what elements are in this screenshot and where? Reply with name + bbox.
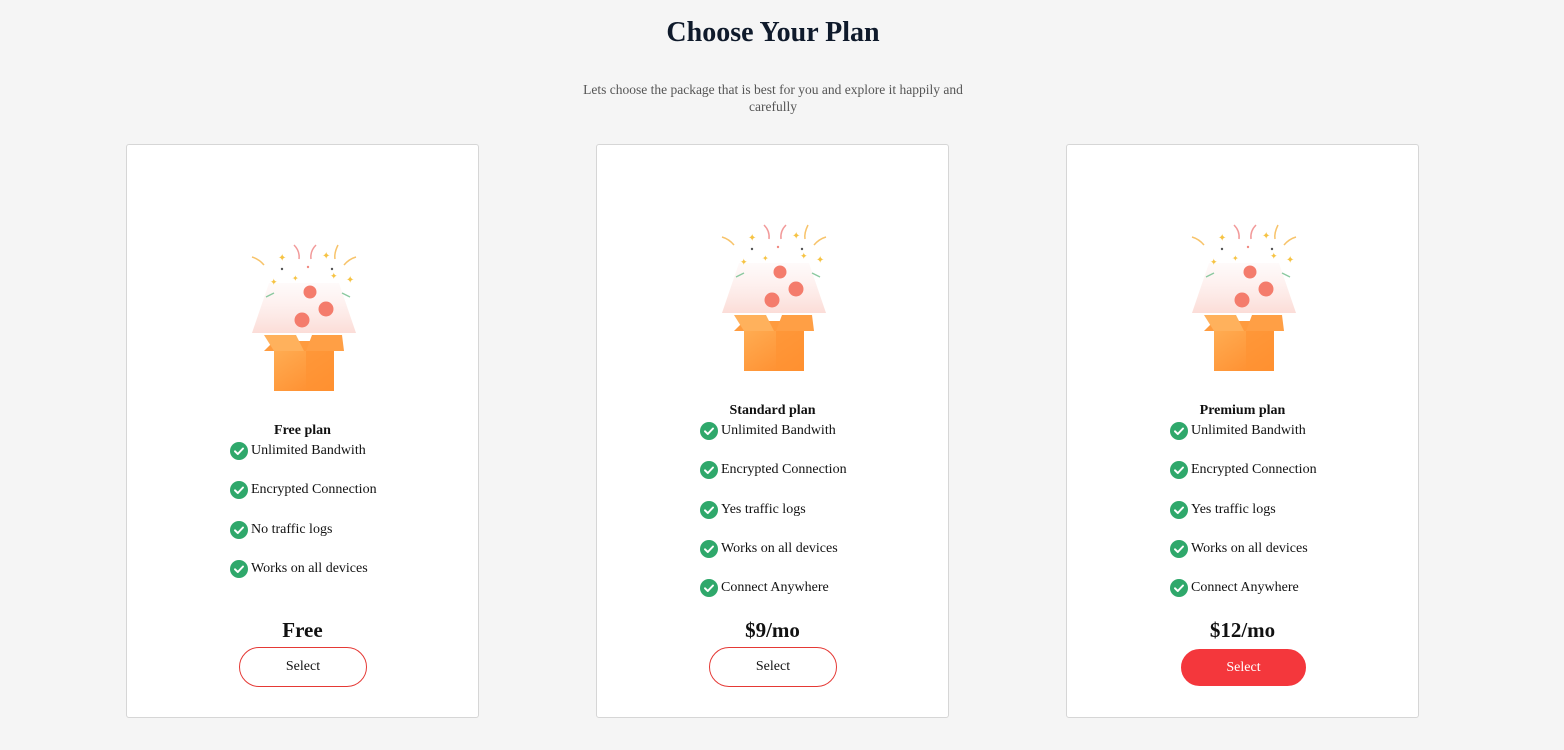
feature-item: Unlimited Bandwith — [230, 442, 377, 481]
check-circle-icon — [230, 560, 248, 578]
feature-item: Works on all devices — [230, 560, 377, 599]
feature-label: Encrypted Connection — [251, 482, 377, 498]
feature-item: Works on all devices — [1170, 540, 1317, 579]
plan-price: $9/mo — [745, 618, 800, 642]
check-circle-icon — [230, 442, 248, 460]
check-circle-icon — [1170, 540, 1188, 558]
feature-item: Connect Anywhere — [1170, 579, 1317, 618]
feature-label: Unlimited Bandwith — [1191, 423, 1306, 438]
check-circle-icon — [700, 501, 718, 519]
plan-price: $12/mo — [1209, 618, 1276, 642]
feature-label: Works on all devices — [1191, 540, 1308, 556]
feature-item: Encrypted Connection — [230, 481, 377, 520]
select-plan-button[interactable]: Select — [1181, 649, 1306, 686]
check-circle-icon — [1170, 579, 1188, 597]
check-circle-icon — [1170, 461, 1188, 479]
feature-label: Unlimited Bandwith — [251, 443, 366, 458]
feature-list: Unlimited Bandwith Encrypted Connection … — [700, 422, 847, 618]
feature-list: Unlimited Bandwith Encrypted Connection … — [1170, 422, 1317, 618]
select-plan-button[interactable]: Select — [709, 647, 837, 687]
select-plan-button[interactable]: Select — [239, 647, 367, 687]
gift-box-illustration — [704, 203, 844, 383]
feature-list: Unlimited Bandwith Encrypted Connection … — [230, 442, 377, 599]
feature-label: Unlimited Bandwith — [721, 423, 836, 438]
check-circle-icon — [700, 461, 718, 479]
check-circle-icon — [700, 422, 718, 440]
feature-item: Connect Anywhere — [700, 579, 847, 618]
check-circle-icon — [1170, 501, 1188, 519]
feature-item: Encrypted Connection — [700, 461, 847, 500]
gift-box-illustration — [1174, 203, 1314, 383]
check-circle-icon — [230, 481, 248, 499]
feature-label: Yes traffic logs — [1191, 501, 1276, 517]
feature-item: No traffic logs — [230, 521, 377, 560]
check-circle-icon — [1170, 422, 1188, 440]
plan-name: Premium plan — [1199, 403, 1286, 418]
feature-item: Unlimited Bandwith — [700, 422, 847, 461]
feature-label: Works on all devices — [721, 540, 838, 556]
page-title: Choose Your Plan — [666, 17, 880, 48]
feature-label: No traffic logs — [251, 521, 333, 537]
feature-label: Encrypted Connection — [721, 462, 847, 478]
plan-card-premium: Premium plan Unlimited Bandwith Encrypte… — [1066, 144, 1419, 718]
feature-label: Encrypted Connection — [1191, 462, 1317, 478]
page-subtitle: Lets choose the package that is best for… — [583, 82, 963, 114]
feature-label: Works on all devices — [251, 560, 368, 576]
feature-item: Unlimited Bandwith — [1170, 422, 1317, 461]
check-circle-icon — [700, 579, 718, 597]
check-circle-icon — [700, 540, 718, 558]
plan-card-free: Free plan Unlimited Bandwith Encrypted C… — [126, 144, 479, 718]
check-circle-icon — [230, 521, 248, 539]
feature-item: Yes traffic logs — [1170, 501, 1317, 540]
gift-box-illustration — [234, 223, 374, 403]
feature-label: Connect Anywhere — [1191, 580, 1299, 596]
plan-name: Free plan — [274, 423, 331, 438]
plan-price: Free — [282, 618, 323, 642]
plan-card-standard: Standard plan Unlimited Bandwith Encrypt… — [596, 144, 949, 718]
feature-label: Connect Anywhere — [721, 580, 829, 596]
feature-item: Yes traffic logs — [700, 501, 847, 540]
feature-label: Yes traffic logs — [721, 501, 806, 517]
feature-item: Works on all devices — [700, 540, 847, 579]
plan-name: Standard plan — [729, 403, 816, 418]
feature-item: Encrypted Connection — [1170, 461, 1317, 500]
